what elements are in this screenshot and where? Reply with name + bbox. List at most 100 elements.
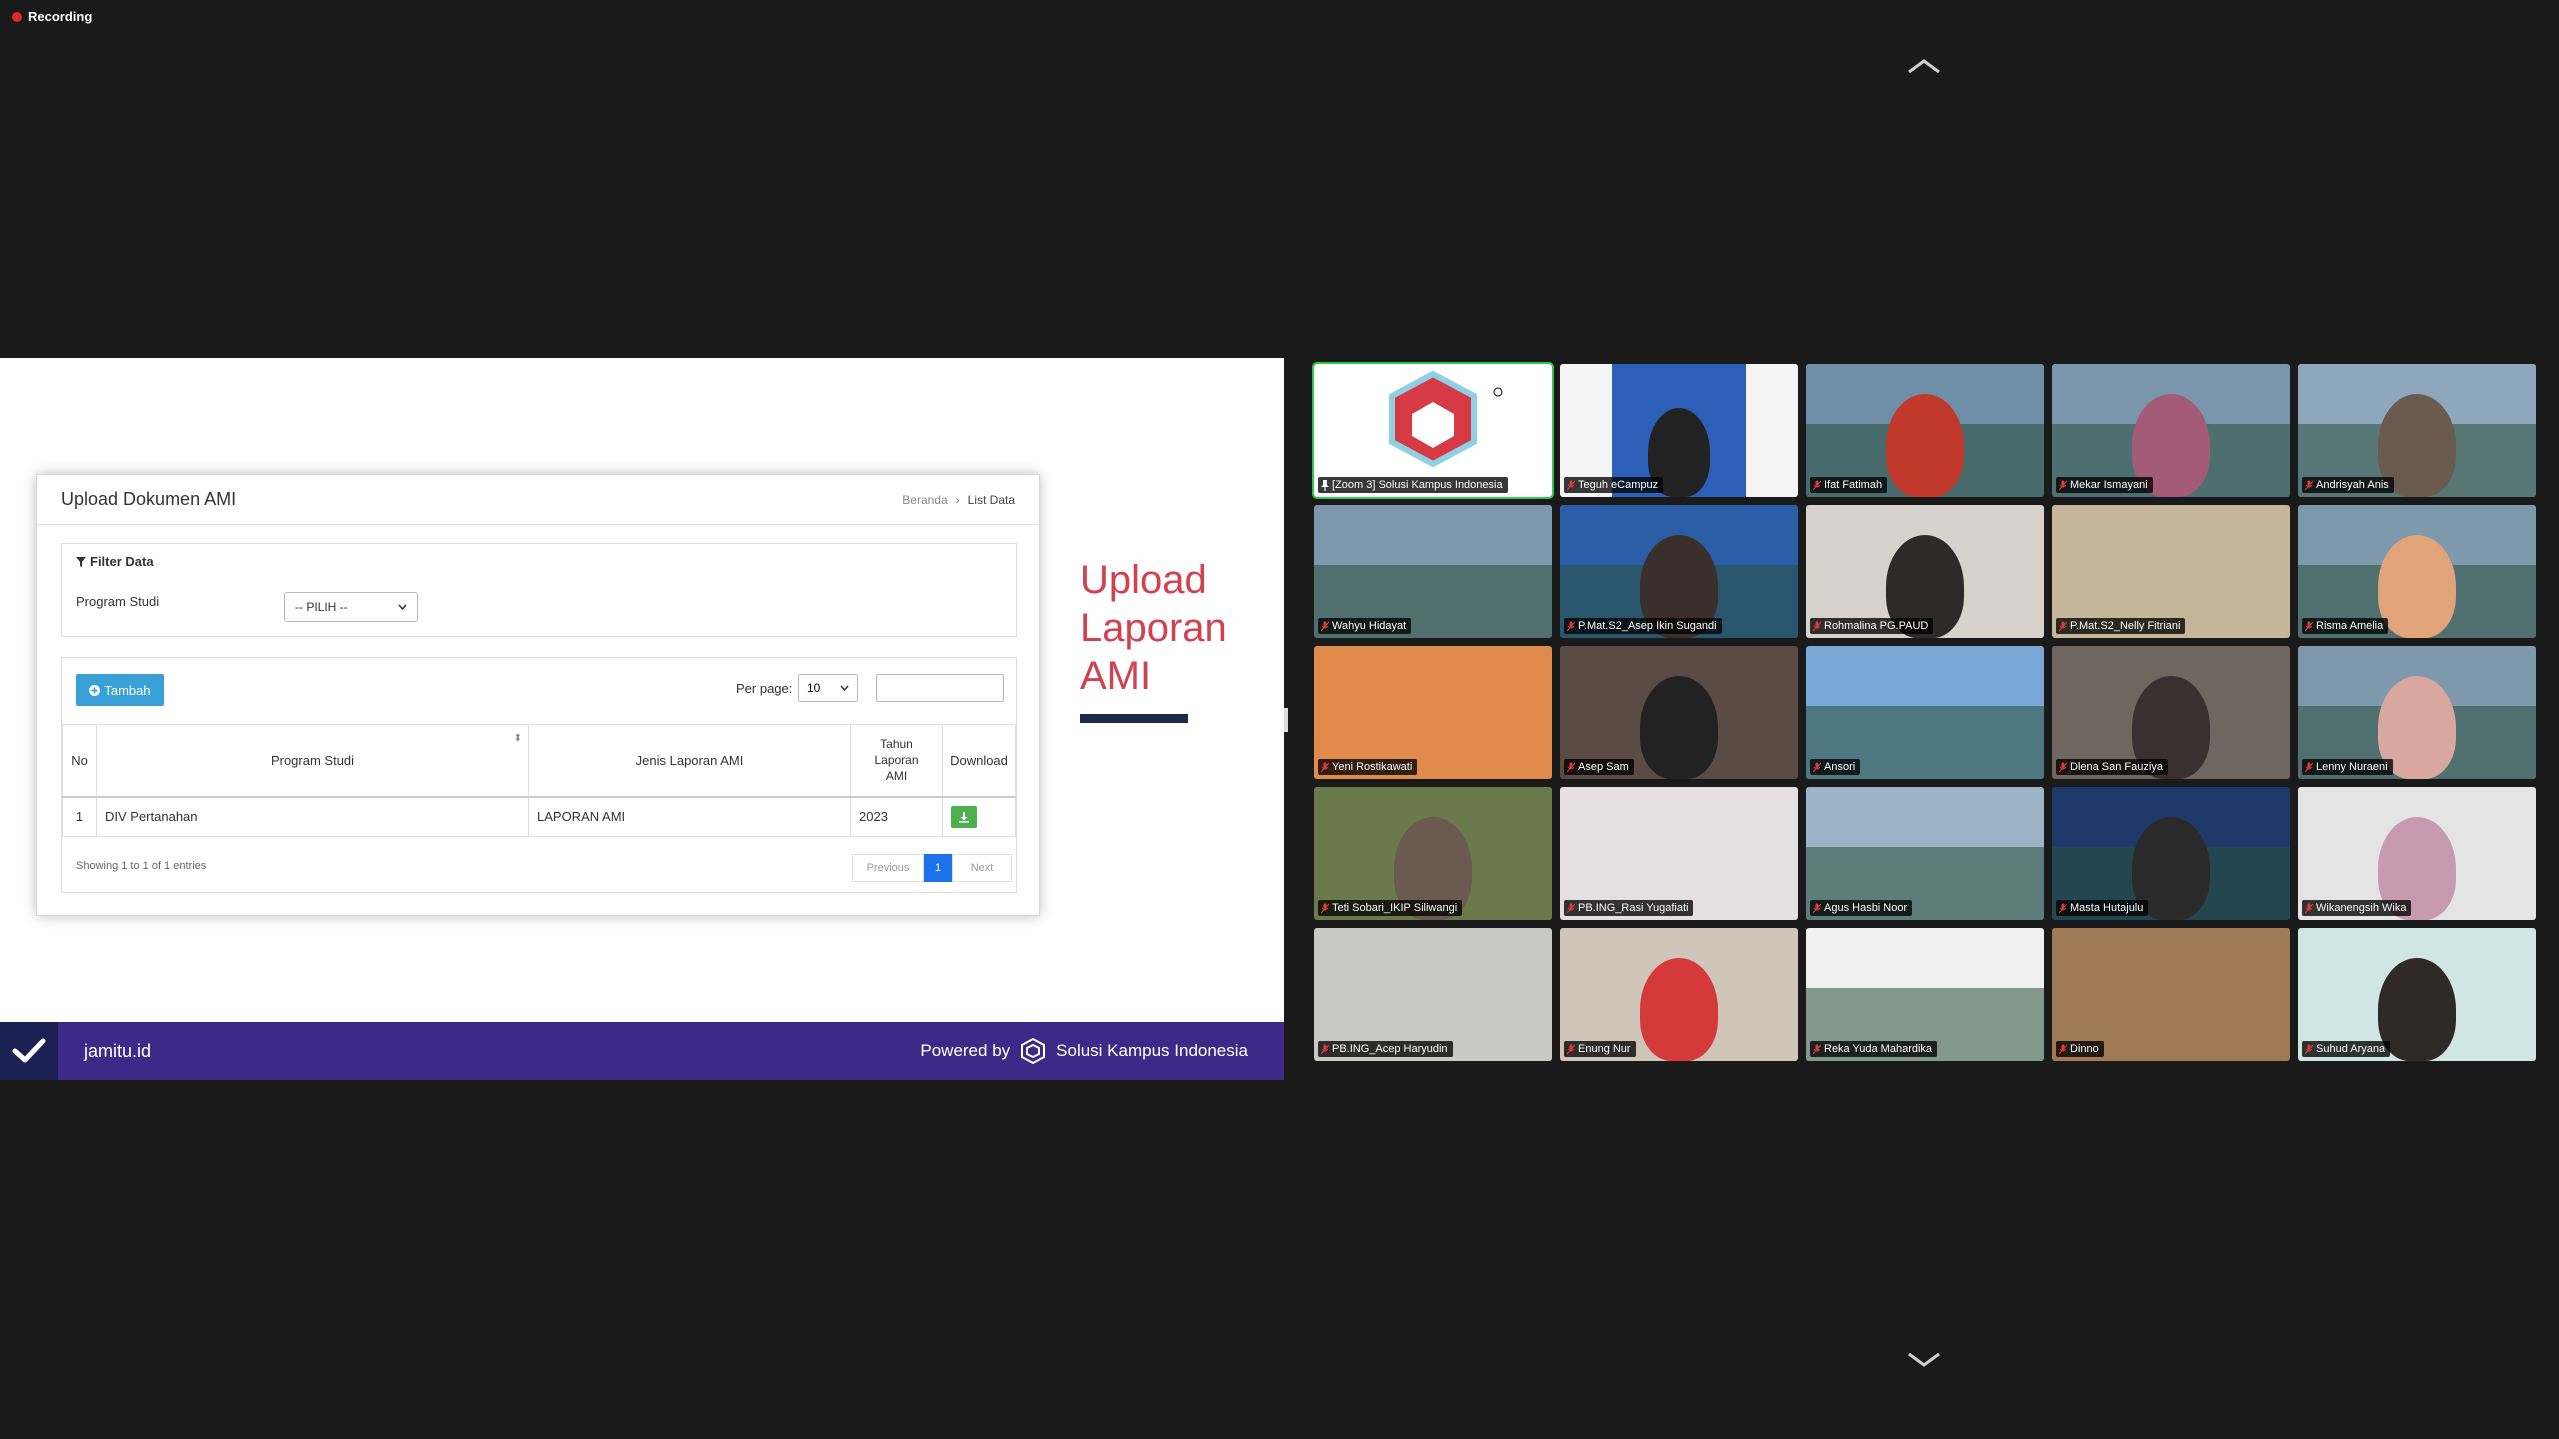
mic-muted-icon — [1567, 480, 1575, 491]
participant-name: Dlena San Fauziya — [2070, 761, 2163, 773]
zoom-meeting-window: Recording Upload Dokumen AMI Beranda › L… — [0, 0, 2559, 1439]
split-view-handle[interactable] — [1284, 708, 1288, 732]
col-header-no[interactable]: No — [62, 724, 97, 798]
download-icon — [959, 811, 969, 823]
program-studi-select-value: -- PILIH -- — [295, 600, 348, 614]
participant-tile[interactable]: Reka Yuda Mahardika — [1806, 928, 2044, 1061]
participant-name-tag: PB.ING_Rasi Yugafiati — [1564, 900, 1694, 916]
participant-tile[interactable]: Asep Sam — [1560, 646, 1798, 779]
participant-tile[interactable]: PB.ING_Acep Haryudin — [1314, 928, 1552, 1061]
participant-tile[interactable]: Agus Hasbi Noor — [1806, 787, 2044, 920]
add-button-label: Tambah — [104, 682, 151, 698]
participant-tile[interactable]: Teti Sobari_IKIP Siliwangi — [1314, 787, 1552, 920]
previous-page-button[interactable]: Previous — [852, 854, 924, 882]
participant-tile[interactable]: Ansori — [1806, 646, 2044, 779]
plus-circle-icon — [89, 684, 101, 696]
program-studi-select[interactable]: -- PILIH -- — [284, 592, 418, 622]
recording-label: Recording — [28, 9, 93, 24]
powered-by-label: Powered by — [920, 1041, 1011, 1060]
mic-muted-icon — [2305, 762, 2313, 773]
gallery-scroll-down-button[interactable] — [1906, 1350, 1942, 1370]
mic-muted-icon — [2305, 480, 2313, 491]
participant-name: Wikanengsih Wika — [2316, 902, 2407, 914]
participant-name-tag: [Zoom 3] Solusi Kampus Indonesia — [1318, 477, 1508, 493]
participant-tile[interactable]: Suhud Aryana — [2298, 928, 2536, 1061]
participant-name-tag: Masta Hutajulu — [2056, 900, 2149, 916]
heading-underline — [1080, 714, 1188, 723]
participant-name: Suhud Aryana — [2316, 1043, 2386, 1055]
participant-tile[interactable]: Risma Amelia — [2298, 505, 2536, 638]
jamitu-logo — [0, 1022, 58, 1080]
chevron-down-icon — [840, 685, 849, 691]
col-header-tahun[interactable]: Tahun Laporan AMI — [850, 724, 943, 798]
per-page-select[interactable]: 10 — [798, 674, 858, 702]
col-header-jenis[interactable]: Jenis Laporan AMI — [528, 724, 851, 798]
participant-name: Ansori — [1824, 761, 1856, 773]
participant-name-tag: Teti Sobari_IKIP Siliwangi — [1318, 900, 1463, 916]
mic-muted-icon — [1813, 1044, 1821, 1055]
participant-name-tag: Ansori — [1810, 759, 1861, 775]
mic-muted-icon — [1567, 621, 1575, 632]
participant-tile[interactable]: [Zoom 3] Solusi Kampus Indonesia — [1312, 362, 1554, 499]
chevron-down-icon — [398, 604, 407, 610]
participant-tile[interactable]: P.Mat.S2_Nelly Fitriani — [2052, 505, 2290, 638]
page-1-button[interactable]: 1 — [924, 854, 952, 882]
participant-tile[interactable]: Wahyu Hidayat — [1314, 505, 1552, 638]
cell-no: 1 — [62, 796, 97, 837]
col-header-program-studi-text: Program Studi — [270, 752, 355, 768]
participant-tile[interactable]: PB.ING_Rasi Yugafiati — [1560, 787, 1798, 920]
next-page-button[interactable]: Next — [952, 854, 1012, 882]
breadcrumb-home[interactable]: Beranda — [902, 493, 947, 507]
filter-icon — [76, 556, 86, 567]
participant-name-tag: Dinno — [2056, 1041, 2104, 1057]
participant-name: Lenny Nuraeni — [2316, 761, 2388, 773]
showing-entries-text: Showing 1 to 1 of 1 entries — [76, 860, 207, 872]
mic-muted-icon — [1813, 621, 1821, 632]
gallery-scroll-up-button[interactable] — [1906, 56, 1942, 76]
participant-name: Ifat Fatimah — [1824, 479, 1883, 491]
participant-name-tag: Risma Amelia — [2302, 618, 2389, 634]
participant-name: Wahyu Hidayat — [1332, 620, 1407, 632]
sort-icon: ⬍ — [513, 733, 522, 744]
participant-name: PB.ING_Acep Haryudin — [1332, 1043, 1448, 1055]
participant-tile[interactable]: Yeni Rostikawati — [1314, 646, 1552, 779]
participant-tile[interactable]: Mekar Ismayani — [2052, 364, 2290, 497]
participant-tile[interactable]: P.Mat.S2_Asep Ikin Sugandi — [1560, 505, 1798, 638]
participant-tile[interactable]: Andrisyah Anis — [2298, 364, 2536, 497]
participant-tile[interactable]: Masta Hutajulu — [2052, 787, 2290, 920]
participant-name-tag: Asep Sam — [1564, 759, 1634, 775]
col-header-program-studi[interactable]: Program Studi ⬍ — [96, 724, 529, 798]
table-header-row: No Program Studi ⬍ Jenis Laporan AMI Tah… — [62, 724, 1016, 798]
participant-tile[interactable]: Dinno — [2052, 928, 2290, 1061]
participant-tile[interactable]: Dlena San Fauziya — [2052, 646, 2290, 779]
cell-program-studi: DIV Pertanahan — [96, 796, 529, 837]
filter-title: Filter Data — [76, 554, 154, 569]
mic-muted-icon — [2059, 1044, 2067, 1055]
participant-tile[interactable]: Enung Nur — [1560, 928, 1798, 1061]
participant-tile[interactable]: Rohmalina PG.PAUD — [1806, 505, 2044, 638]
filter-box: Filter Data Program Studi -- PILIH -- — [61, 543, 1017, 637]
participant-name: Teti Sobari_IKIP Siliwangi — [1332, 902, 1458, 914]
participant-name-tag: Wikanengsih Wika — [2302, 900, 2412, 916]
col-header-tahun-line3: AMI — [885, 769, 908, 784]
download-button[interactable] — [951, 805, 977, 828]
mic-muted-icon — [2305, 903, 2313, 914]
solusi-kampus-logo-icon — [1021, 1037, 1046, 1065]
participant-name-tag: Agus Hasbi Noor — [1810, 900, 1913, 916]
participant-tile[interactable]: Wikanengsih Wika — [2298, 787, 2536, 920]
participant-tile[interactable]: Lenny Nuraeni — [2298, 646, 2536, 779]
participant-name: Enung Nur — [1578, 1043, 1631, 1055]
mic-muted-icon — [2059, 480, 2067, 491]
participant-video — [1640, 676, 1718, 779]
per-page-value: 10 — [807, 681, 821, 695]
mic-muted-icon — [1321, 762, 1329, 773]
participant-name-tag: Reka Yuda Mahardika — [1810, 1041, 1938, 1057]
col-header-tahun-line2: Laporan — [874, 753, 919, 768]
participant-tile[interactable]: Ifat Fatimah — [1806, 364, 2044, 497]
search-input[interactable] — [876, 674, 1004, 702]
breadcrumb: Beranda › List Data — [902, 493, 1015, 507]
mic-muted-icon — [1321, 903, 1329, 914]
participant-tile[interactable]: Teguh eCampuz — [1560, 364, 1798, 497]
add-button[interactable]: Tambah — [76, 674, 164, 706]
record-dot-icon — [12, 11, 22, 22]
